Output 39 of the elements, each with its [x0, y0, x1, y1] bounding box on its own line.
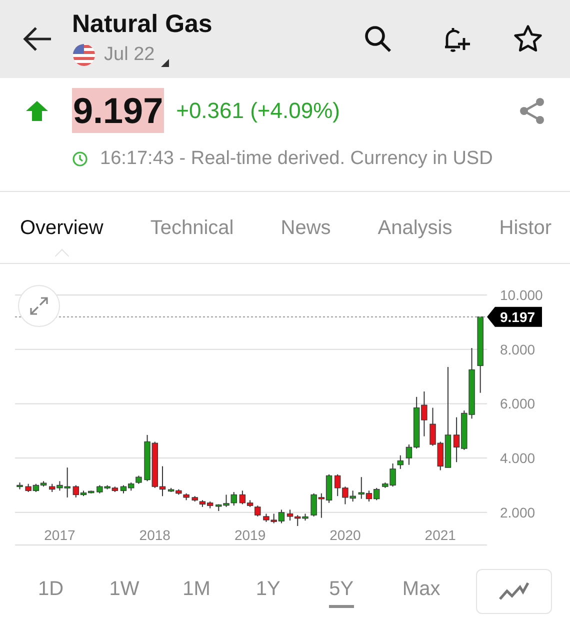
price-change: +0.361 (+4.09%)	[176, 97, 340, 125]
search-icon	[363, 24, 393, 54]
line-chart-icon	[498, 581, 530, 601]
axis-label: 2.000	[500, 504, 536, 520]
expand-icon	[29, 296, 49, 316]
range-tab[interactable]: 1Y	[256, 574, 330, 608]
axis-label: 2017	[44, 527, 76, 543]
price-marker: 9.197	[487, 306, 542, 327]
last-price: 9.197	[72, 88, 164, 133]
quote-status: 16:17:43 - Real-time derived. Currency in USD	[100, 146, 493, 171]
share-icon	[518, 96, 546, 124]
axis-label: 2021	[424, 527, 456, 543]
back-arrow-icon	[23, 26, 53, 52]
range-tab[interactable]: 1M	[182, 574, 256, 608]
candle	[16, 482, 23, 490]
range-tab[interactable]: 5Y	[329, 574, 402, 608]
range-tab[interactable]: 1D	[36, 574, 110, 608]
tab[interactable]: News	[280, 212, 331, 242]
axis-label: 2019	[234, 527, 266, 543]
axis-label: 4.000	[500, 450, 536, 466]
tab[interactable]: Analysis	[378, 212, 452, 242]
axis-label: 6.000	[500, 396, 536, 412]
axis-label: 2018	[139, 527, 170, 543]
instrument-title: Natural Gas	[72, 8, 212, 39]
tab[interactable]: Overview	[20, 212, 104, 242]
flag-icon	[72, 43, 96, 67]
chart-type-button[interactable]	[476, 568, 552, 614]
axis-label: 2020	[330, 527, 361, 543]
range-tab[interactable]: Max	[402, 574, 476, 608]
axis-label: 8.000	[500, 341, 536, 358]
axis-label: 10.000	[500, 287, 543, 303]
tab[interactable]: Histor	[499, 212, 552, 242]
clock-icon	[72, 151, 88, 167]
expand-button[interactable]	[18, 285, 60, 327]
caret-icon	[160, 59, 169, 68]
tab[interactable]: Technical	[150, 212, 234, 242]
range-tab[interactable]: 1W	[109, 574, 183, 608]
contract-dropdown[interactable]: Jul 22	[104, 40, 169, 70]
ref-line-label: 9.197	[500, 308, 536, 325]
